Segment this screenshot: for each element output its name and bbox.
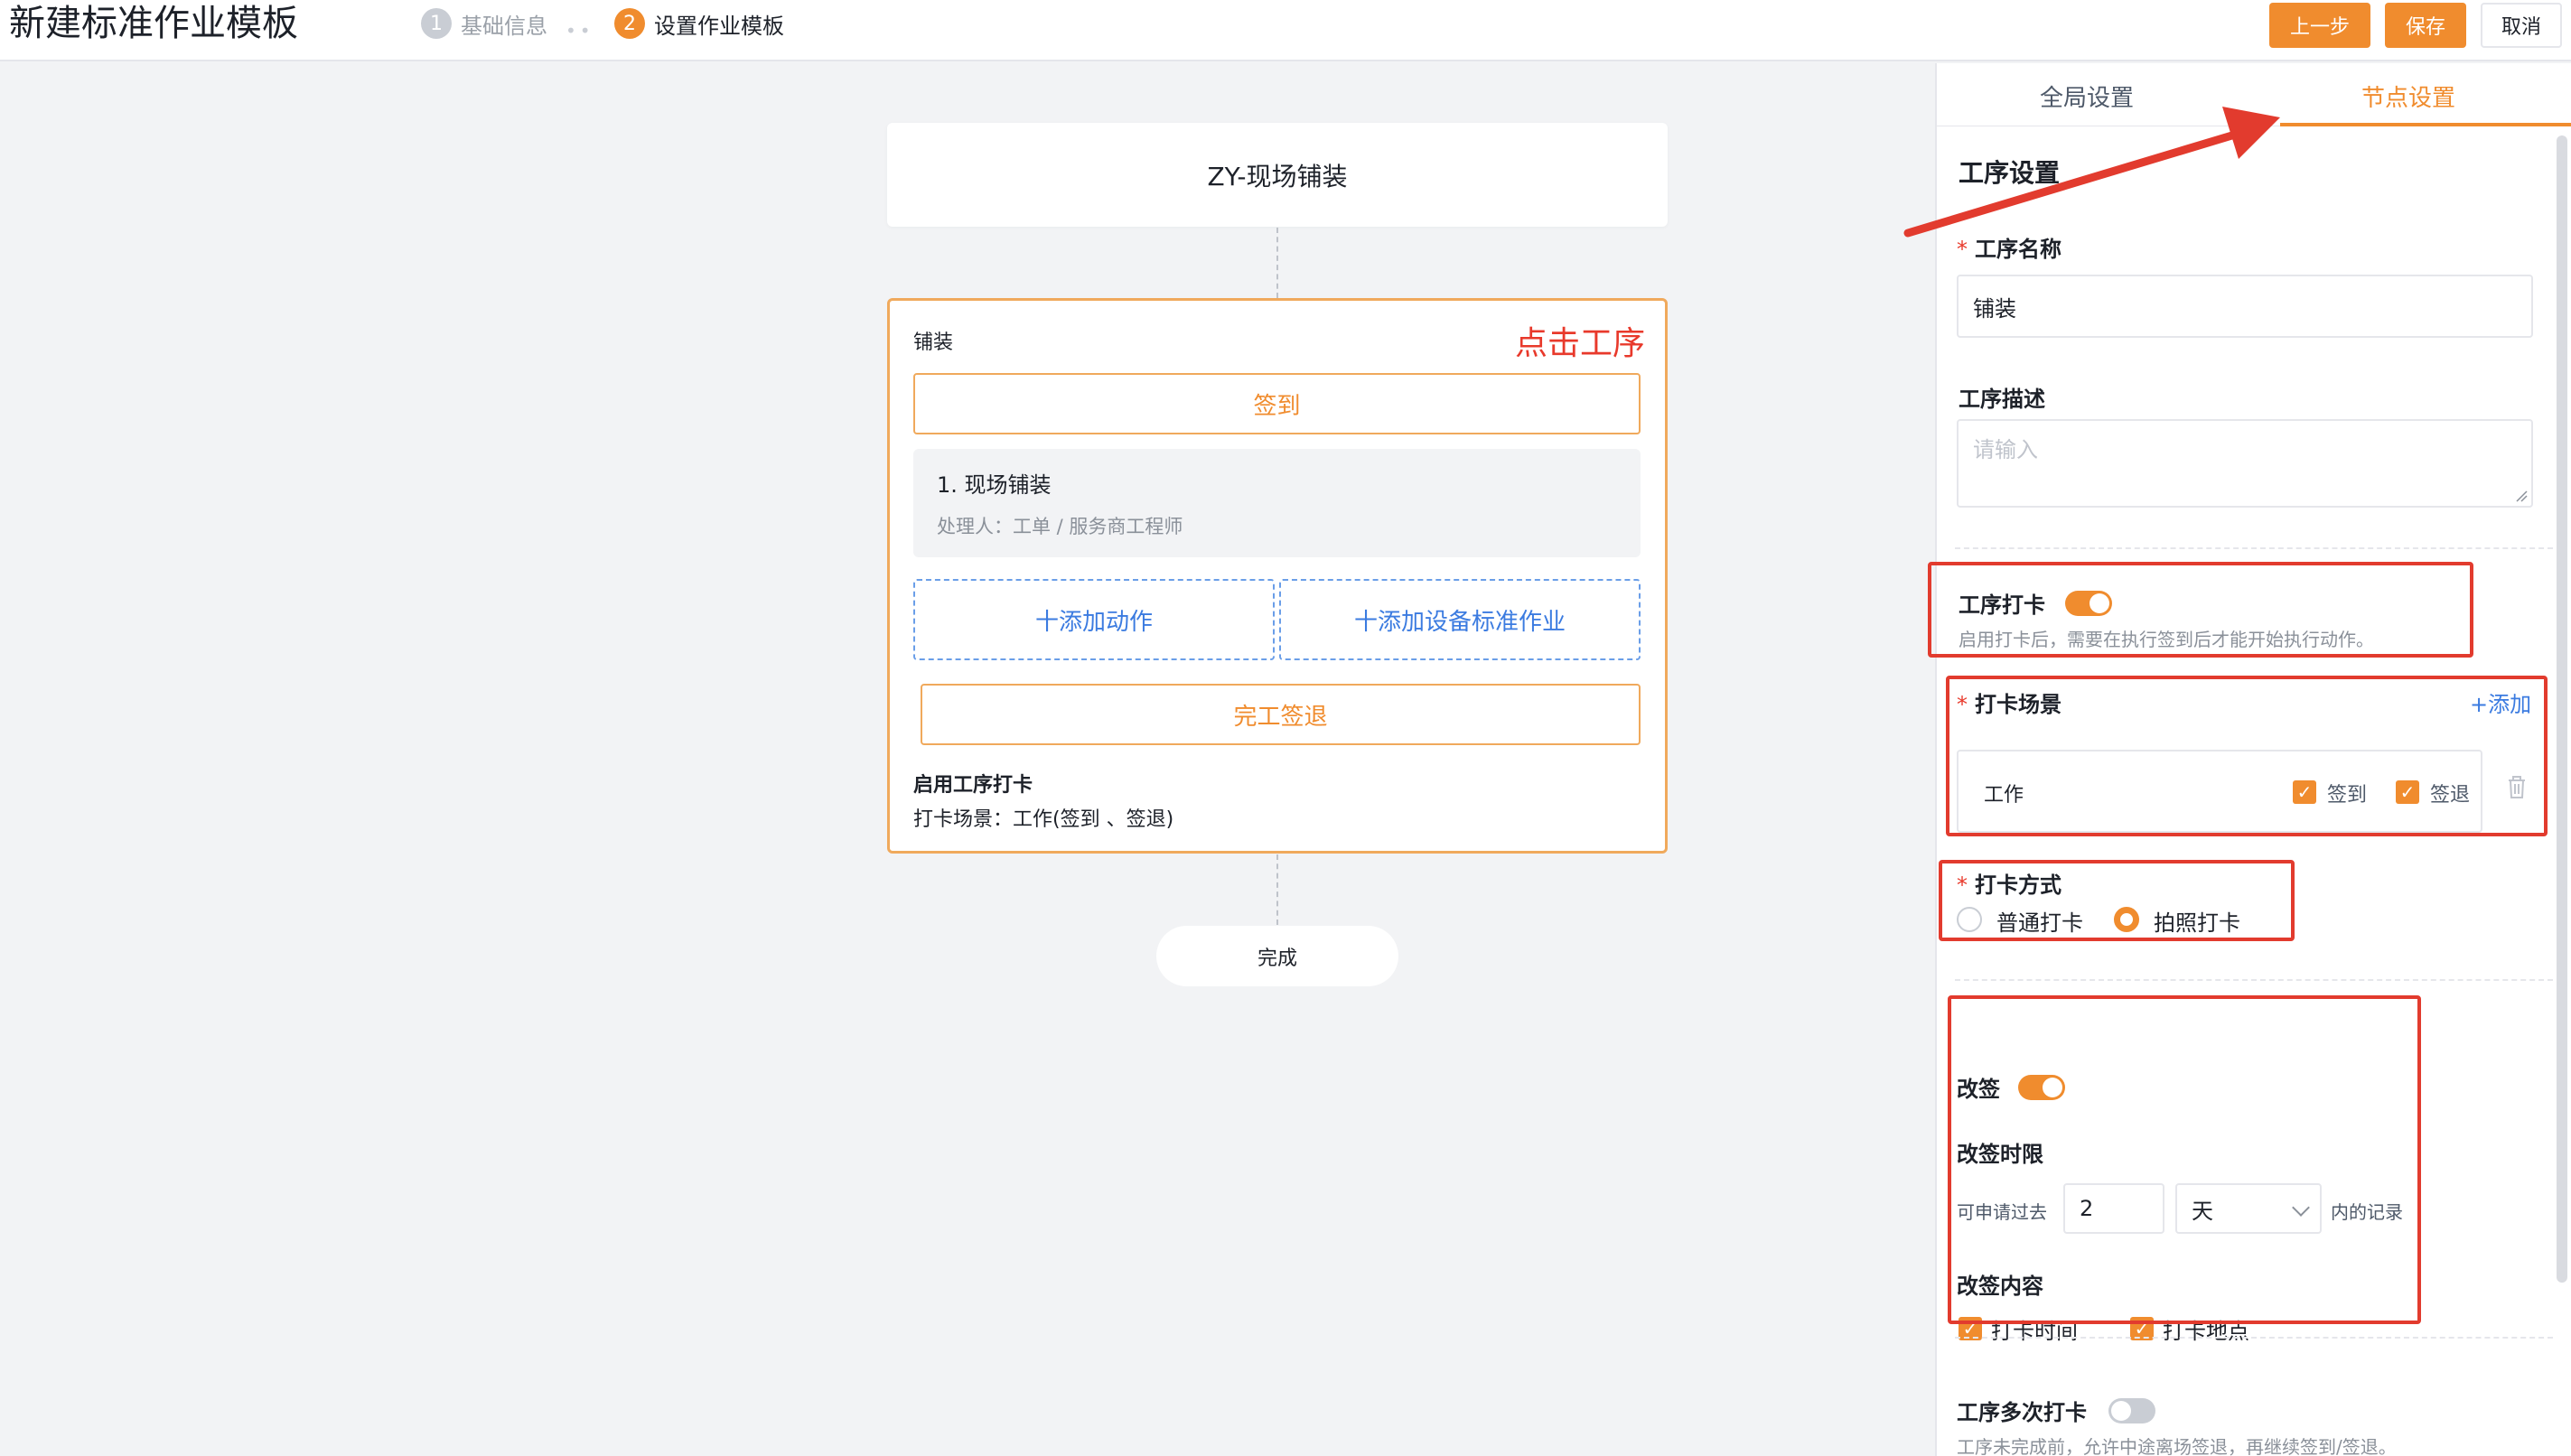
annotation-arrow-icon — [1903, 107, 2280, 238]
